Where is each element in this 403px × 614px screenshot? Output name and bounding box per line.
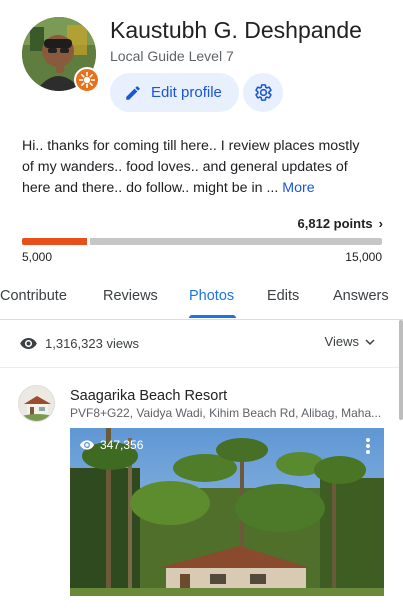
place-thumbnail[interactable] <box>18 385 55 422</box>
edit-profile-label: Edit profile <box>151 84 222 101</box>
place-name[interactable]: Saagarika Beach Resort <box>70 388 227 404</box>
points-progress-fill <box>22 238 87 245</box>
chevron-down-icon <box>365 338 375 345</box>
eye-icon <box>80 440 94 450</box>
points-link[interactable]: 6,812 points › <box>298 216 383 231</box>
photo-views: 347,356 <box>79 437 143 453</box>
local-guide-level: Local Guide Level 7 <box>110 48 234 64</box>
avatar[interactable] <box>22 17 100 93</box>
more-options-icon[interactable] <box>365 437 371 455</box>
total-views-text: 1,316,323 views <box>45 336 139 351</box>
active-tab-indicator <box>189 315 236 318</box>
total-views: 1,316,323 views <box>19 334 139 353</box>
place-address: PVF8+G22, Vaidya Wadi, Kihim Beach Rd, A… <box>70 406 382 420</box>
tab-edits[interactable]: Edits <box>267 288 299 304</box>
gear-icon <box>254 84 272 101</box>
tab-reviews[interactable]: Reviews <box>103 288 158 304</box>
scrollbar[interactable] <box>399 320 403 420</box>
sort-label: Views <box>324 334 359 349</box>
pencil-icon <box>126 85 140 100</box>
sort-dropdown[interactable]: Views <box>325 334 376 349</box>
contribution-tabs: Contribute Reviews Photos Edits Answers <box>0 278 403 320</box>
views-summary-row: 1,316,323 views Views <box>0 320 403 368</box>
photo-views-count: 347,356 <box>100 438 144 452</box>
tab-answers[interactable]: Answers <box>333 288 389 304</box>
chevron-right-icon: › <box>378 216 383 231</box>
points-progress-bar <box>22 238 382 245</box>
tab-contribute[interactable]: Contribute <box>0 288 67 304</box>
points-max-label: 15,000 <box>345 250 382 264</box>
settings-button[interactable] <box>243 73 283 112</box>
profile-bio: Hi.. thanks for coming till here.. I rev… <box>22 136 367 199</box>
profile-name: Kaustubh G. Deshpande <box>110 17 362 43</box>
points-label: 6,812 points <box>297 216 373 231</box>
resort-photo-image <box>70 428 384 596</box>
profile-header: Kaustubh G. Deshpande Local Guide Level … <box>0 0 403 130</box>
tab-photos[interactable]: Photos <box>189 288 234 304</box>
place-photo[interactable]: 347,356 <box>70 428 384 596</box>
eye-icon <box>20 337 37 350</box>
points-progress-track <box>90 238 382 245</box>
local-guide-badge-icon <box>74 67 100 93</box>
points-min-label: 5,000 <box>22 250 53 264</box>
bio-more-link[interactable]: More <box>282 180 314 196</box>
edit-profile-button[interactable]: Edit profile <box>110 73 239 112</box>
